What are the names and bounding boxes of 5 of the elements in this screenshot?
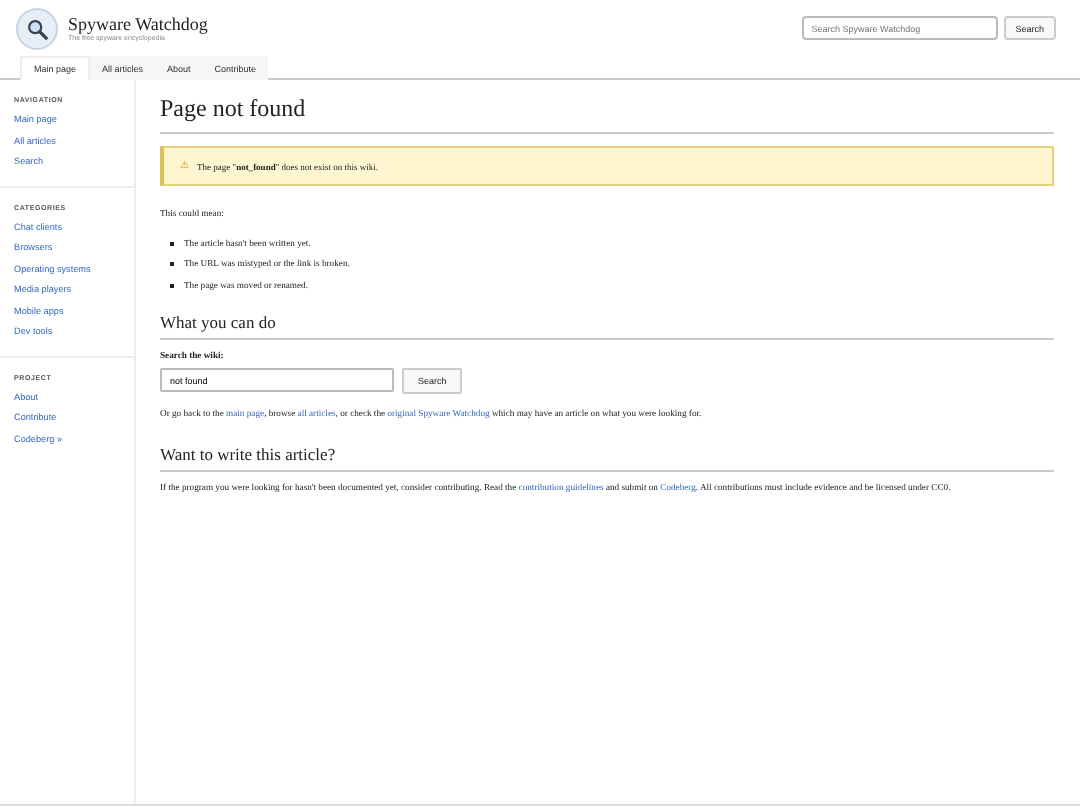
section-heading: What you can do	[160, 312, 1054, 340]
page-title: Page not found	[160, 94, 1054, 134]
logo-icon[interactable]	[16, 7, 58, 49]
section-heading: Want to write this article?	[160, 443, 1054, 471]
site-title[interactable]: Spyware Watchdog	[68, 14, 208, 34]
